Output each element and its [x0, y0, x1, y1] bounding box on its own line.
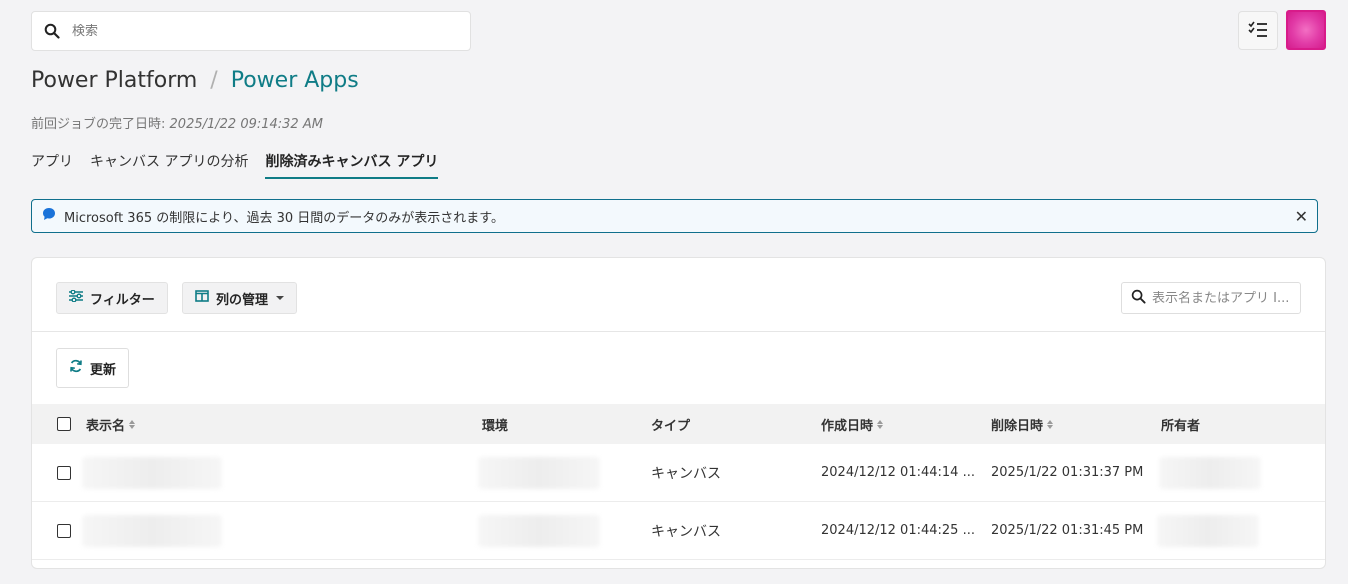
- last-job-label: 前回ジョブの完了日時:: [31, 117, 166, 132]
- table-header: 表示名 環境 タイプ 作成日時 削除日時 所有者: [32, 404, 1325, 444]
- refresh-label: 更新: [90, 362, 117, 378]
- breadcrumb-parent[interactable]: Power Platform: [31, 68, 197, 93]
- column-header-created[interactable]: 作成日時: [821, 404, 884, 444]
- table-row[interactable]: キャンバス 2024/12/12 01:44:14 ... 2025/1/22 …: [32, 444, 1325, 502]
- table-toolbar: フィルター 列の管理: [32, 258, 1325, 332]
- last-job-value: 2025/1/22 09:14:32 AM: [169, 117, 323, 132]
- display-name-cell: [82, 502, 222, 559]
- table-search-box[interactable]: [1121, 282, 1301, 314]
- tab-bar: アプリ キャンバス アプリの分析 削除済みキャンバス アプリ: [31, 151, 455, 179]
- tasks-button[interactable]: [1238, 11, 1278, 50]
- search-icon: [32, 23, 72, 39]
- created-cell: 2024/12/12 01:44:14 ...: [821, 465, 975, 480]
- sort-icon: [1047, 419, 1054, 429]
- environment-cell: [478, 444, 600, 501]
- banner-message: Microsoft 365 の制限により、過去 30 日間のデータのみが表示され…: [64, 210, 504, 226]
- tab-deleted-canvas-apps[interactable]: 削除済みキャンバス アプリ: [265, 151, 439, 179]
- global-search-input[interactable]: [72, 23, 470, 39]
- table-row[interactable]: キャンバス 2024/12/12 01:44:25 ... 2025/1/22 …: [32, 502, 1325, 560]
- column-header-display-name[interactable]: 表示名: [86, 404, 136, 444]
- global-search-box[interactable]: [31, 11, 471, 51]
- column-header-deleted[interactable]: 削除日時: [991, 404, 1054, 444]
- breadcrumb: Power Platform / Power Apps: [31, 68, 359, 93]
- filter-button[interactable]: フィルター: [56, 282, 168, 314]
- column-header-owner: 所有者: [1161, 418, 1201, 434]
- columns-icon: [195, 290, 209, 306]
- row-checkbox[interactable]: [57, 502, 71, 559]
- filter-label: フィルター: [90, 292, 155, 308]
- deleted-cell: 2025/1/22 01:31:45 PM: [991, 523, 1144, 538]
- user-avatar[interactable]: [1286, 10, 1326, 50]
- deleted-apps-panel: フィルター 列の管理 更新 表示名 環境 タイプ: [31, 257, 1326, 569]
- sort-icon: [129, 419, 136, 429]
- row-checkbox[interactable]: [57, 444, 71, 501]
- sort-icon: [877, 419, 884, 429]
- manage-columns-label: 列の管理: [216, 292, 269, 308]
- owner-cell: [1157, 502, 1259, 559]
- deleted-cell: 2025/1/22 01:31:37 PM: [991, 465, 1144, 480]
- select-all-checkbox[interactable]: [57, 404, 71, 444]
- type-cell: キャンバス: [651, 465, 721, 482]
- tab-canvas-app-analytics[interactable]: キャンバス アプリの分析: [90, 151, 248, 179]
- table-search-input[interactable]: [1152, 290, 1298, 306]
- search-icon: [1131, 289, 1146, 308]
- breadcrumb-current: Power Apps: [230, 68, 359, 93]
- chat-bubble-icon: [42, 207, 56, 225]
- column-header-environment: 環境: [482, 418, 509, 434]
- manage-columns-button[interactable]: 列の管理: [182, 282, 298, 314]
- tab-apps[interactable]: アプリ: [31, 151, 73, 179]
- close-icon[interactable]: ✕: [1295, 207, 1308, 226]
- filter-sliders-icon: [69, 289, 83, 306]
- display-name-cell: [82, 444, 222, 501]
- info-banner: Microsoft 365 の制限により、過去 30 日間のデータのみが表示され…: [31, 199, 1318, 233]
- breadcrumb-separator: /: [210, 68, 218, 93]
- refresh-button[interactable]: 更新: [56, 348, 130, 388]
- checklist-icon: [1248, 20, 1268, 42]
- created-cell: 2024/12/12 01:44:25 ...: [821, 523, 975, 538]
- chevron-down-icon: [276, 296, 285, 300]
- column-header-type: タイプ: [651, 418, 691, 434]
- type-cell: キャンバス: [651, 523, 721, 540]
- owner-cell: [1159, 444, 1261, 501]
- refresh-icon: [69, 359, 83, 377]
- last-job-info: 前回ジョブの完了日時: 2025/1/22 09:14:32 AM: [31, 113, 323, 132]
- environment-cell: [478, 502, 600, 559]
